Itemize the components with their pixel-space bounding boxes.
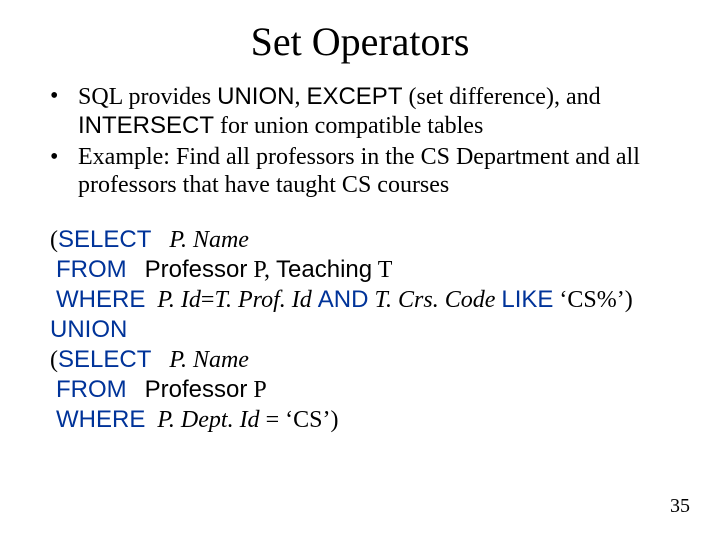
sql-line-3: WHERE P. Id=T. Prof. Id AND T. Crs. Code… xyxy=(50,285,690,315)
text: SQL provides xyxy=(78,84,217,110)
keyword-and: AND xyxy=(318,286,369,313)
keyword-from: FROM xyxy=(56,376,127,403)
sql-line-6: FROM Professor P xyxy=(50,375,690,405)
slide-title: Set Operators xyxy=(0,0,720,65)
expr: P. Name xyxy=(169,347,249,373)
keyword-like: LIKE xyxy=(501,286,553,313)
expr: T. Prof. Id xyxy=(214,287,311,313)
text: ( xyxy=(50,227,58,253)
keyword-union: UNION xyxy=(217,83,294,110)
expr: P. Id xyxy=(157,287,201,313)
bullet-item-1: SQL provides UNION, EXCEPT (set differen… xyxy=(68,83,690,140)
keyword-where: WHERE xyxy=(56,286,145,313)
sql-block: (SELECT P. Name FROM Professor P, Teachi… xyxy=(0,203,720,435)
text xyxy=(151,227,169,253)
keyword-select: SELECT xyxy=(58,226,151,253)
keyword-select: SELECT xyxy=(58,346,151,373)
text: ‘CS%’) xyxy=(553,287,632,313)
sql-line-4: UNION xyxy=(50,315,690,345)
table-professor: Professor xyxy=(145,256,248,283)
text: (set difference), and xyxy=(402,84,600,110)
text: P xyxy=(247,377,266,403)
keyword-where: WHERE xyxy=(56,406,145,433)
expr: P. Dept. Id xyxy=(157,407,259,433)
text: P, xyxy=(247,257,276,283)
page-number: 35 xyxy=(670,495,690,518)
text xyxy=(145,287,157,313)
keyword-from: FROM xyxy=(56,256,127,283)
text xyxy=(145,407,157,433)
text: , xyxy=(294,84,306,110)
table-teaching: Teaching xyxy=(276,256,372,283)
text: = ‘CS’) xyxy=(260,407,339,433)
text: = xyxy=(201,287,215,313)
text: for union compatible tables xyxy=(214,113,483,139)
sql-line-1: (SELECT P. Name xyxy=(50,225,690,255)
sql-line-7: WHERE P. Dept. Id = ‘CS’) xyxy=(50,405,690,435)
slide: Set Operators SQL provides UNION, EXCEPT… xyxy=(0,0,720,540)
keyword-except: EXCEPT xyxy=(306,83,402,110)
keyword-union: UNION xyxy=(50,316,127,343)
expr: T. Crs. Code xyxy=(374,287,495,313)
text xyxy=(127,377,145,403)
expr: P. Name xyxy=(169,227,249,253)
keyword-intersect: INTERSECT xyxy=(78,112,214,139)
sql-line-5: (SELECT P. Name xyxy=(50,345,690,375)
text xyxy=(127,257,145,283)
sql-line-2: FROM Professor P, Teaching T xyxy=(50,255,690,285)
text xyxy=(151,347,169,373)
text: T xyxy=(372,257,392,283)
text: ( xyxy=(50,347,58,373)
bullet-item-2: Example: Find all professors in the CS D… xyxy=(68,144,690,199)
bullet-list: SQL provides UNION, EXCEPT (set differen… xyxy=(0,65,720,199)
table-professor: Professor xyxy=(145,376,248,403)
